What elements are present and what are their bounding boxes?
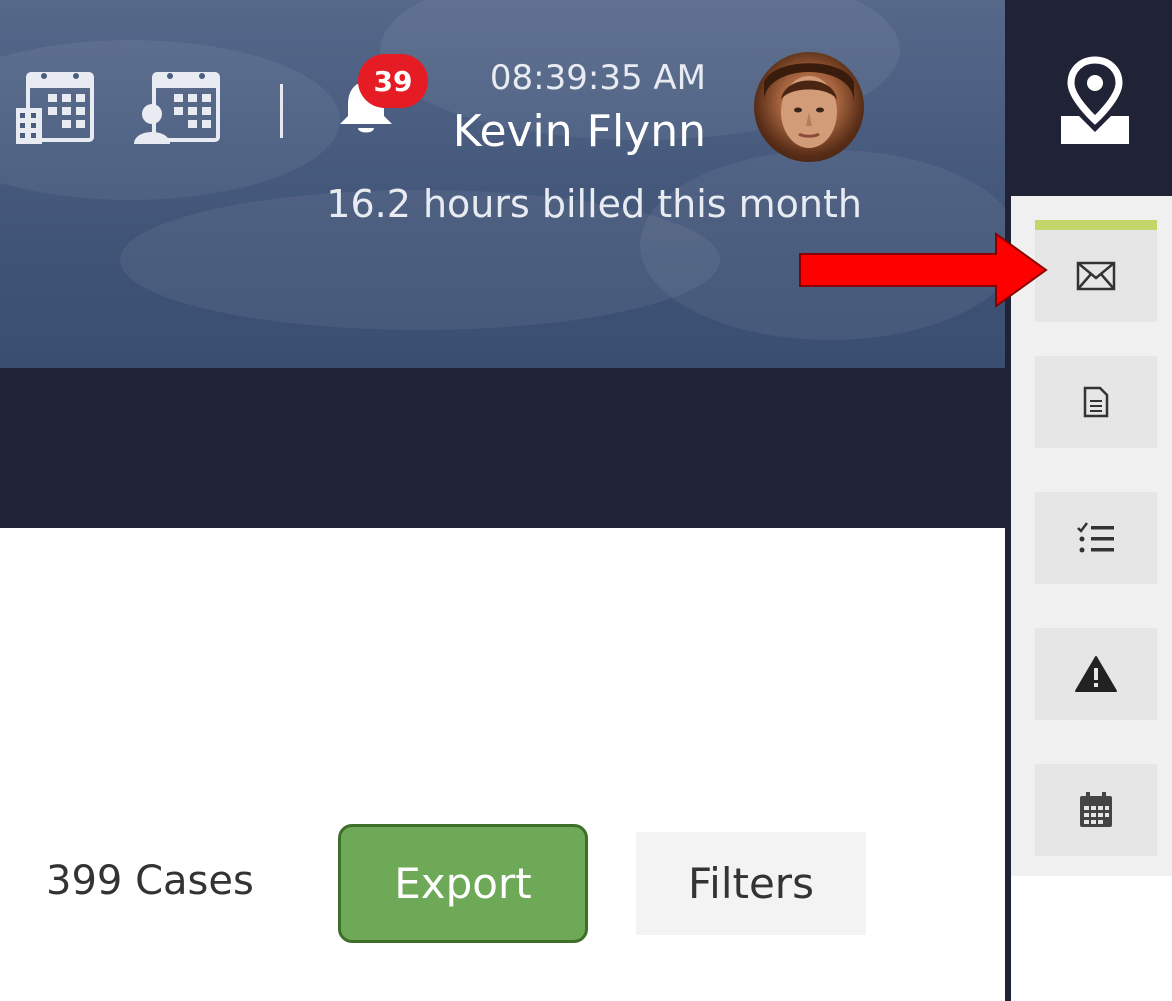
- sidebar-item-calendar[interactable]: [1035, 764, 1157, 856]
- case-count: 399 Cases: [46, 858, 254, 904]
- app-logo-block[interactable]: [1011, 0, 1172, 196]
- sidebar-item-alerts[interactable]: [1035, 628, 1157, 720]
- map-pin-inbox-logo: [1061, 56, 1129, 144]
- calendar-building-icon[interactable]: [14, 70, 96, 146]
- calendar-icon: [1080, 792, 1112, 827]
- sidebar-item-messages[interactable]: [1035, 230, 1157, 322]
- filters-button[interactable]: Filters: [636, 832, 866, 935]
- warning-icon: [1075, 656, 1117, 692]
- header-divider: [280, 84, 283, 138]
- nav-band: [0, 368, 1005, 528]
- avatar-face-icon: [764, 63, 854, 148]
- user-avatar[interactable]: [754, 52, 864, 162]
- checklist-icon: [1077, 522, 1114, 553]
- notification-badge[interactable]: 39: [358, 54, 428, 108]
- active-indicator: [1035, 220, 1157, 230]
- red-arrow: [799, 232, 1048, 308]
- right-sidebar: [1005, 0, 1172, 1001]
- sidebar-item-tasks[interactable]: [1035, 492, 1157, 584]
- user-name[interactable]: Kevin Flynn: [453, 106, 706, 157]
- document-icon: [1083, 386, 1109, 418]
- calendar-person-icon[interactable]: [132, 70, 222, 146]
- export-button[interactable]: Export: [338, 824, 588, 943]
- envelope-icon: [1076, 261, 1116, 291]
- billed-hours-text: 16.2 hours billed this month: [326, 182, 862, 226]
- sidebar-item-documents[interactable]: [1035, 356, 1157, 448]
- clock-time: 08:39:35 AM: [489, 58, 706, 98]
